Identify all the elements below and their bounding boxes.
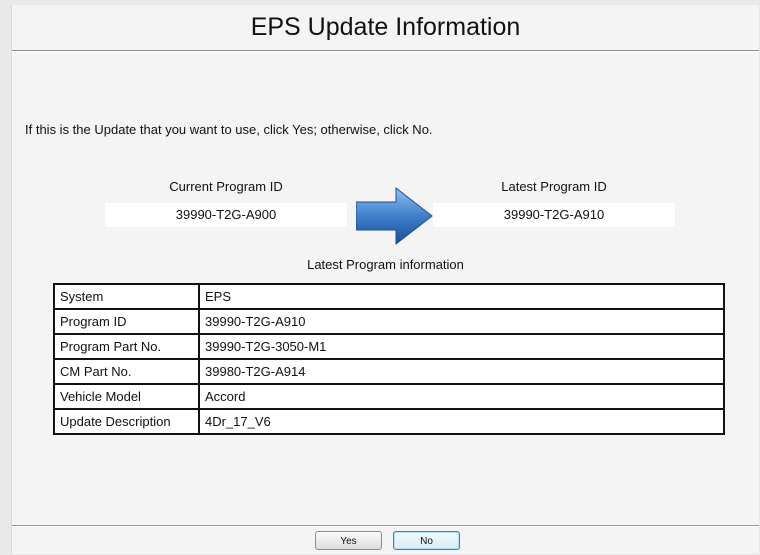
- latest-program-id-label: Latest Program ID: [501, 179, 607, 194]
- row-key: Program ID: [53, 308, 200, 335]
- row-value: EPS: [198, 283, 725, 310]
- table-row: System EPS: [53, 283, 725, 310]
- current-program-id-value: 39990-T2G-A900: [105, 203, 347, 227]
- arrow-right-icon: [356, 186, 433, 246]
- title-divider: [12, 50, 759, 52]
- dialog-title: EPS Update Information: [250, 13, 521, 41]
- latest-program-info-title: Latest Program information: [307, 257, 464, 272]
- eps-update-dialog: EPS Update Information If this is the Up…: [11, 5, 759, 554]
- instruction-text: If this is the Update that you want to u…: [25, 122, 433, 137]
- table-row: CM Part No. 39980-T2G-A914: [53, 358, 725, 385]
- table-row: Program ID 39990-T2G-A910: [53, 308, 725, 335]
- row-key: CM Part No.: [53, 358, 200, 385]
- row-value: 39990-T2G-3050-M1: [198, 333, 725, 360]
- table-row: Update Description 4Dr_17_V6: [53, 408, 725, 435]
- table-row: Program Part No. 39990-T2G-3050-M1: [53, 333, 725, 360]
- row-value: 39990-T2G-A910: [198, 308, 725, 335]
- program-info-table: System EPS Program ID 39990-T2G-A910 Pro…: [53, 283, 725, 435]
- table-row: Vehicle Model Accord: [53, 383, 725, 410]
- row-key: Program Part No.: [53, 333, 200, 360]
- footer-divider: [12, 525, 759, 527]
- row-value: Accord: [198, 383, 725, 410]
- latest-program-id-value: 39990-T2G-A910: [433, 203, 675, 227]
- row-value: 4Dr_17_V6: [198, 408, 725, 435]
- yes-button[interactable]: Yes: [315, 531, 382, 550]
- row-key: System: [53, 283, 200, 310]
- row-value: 39980-T2G-A914: [198, 358, 725, 385]
- row-key: Update Description: [53, 408, 200, 435]
- row-key: Vehicle Model: [53, 383, 200, 410]
- no-button[interactable]: No: [393, 531, 460, 550]
- current-program-id-label: Current Program ID: [169, 179, 283, 194]
